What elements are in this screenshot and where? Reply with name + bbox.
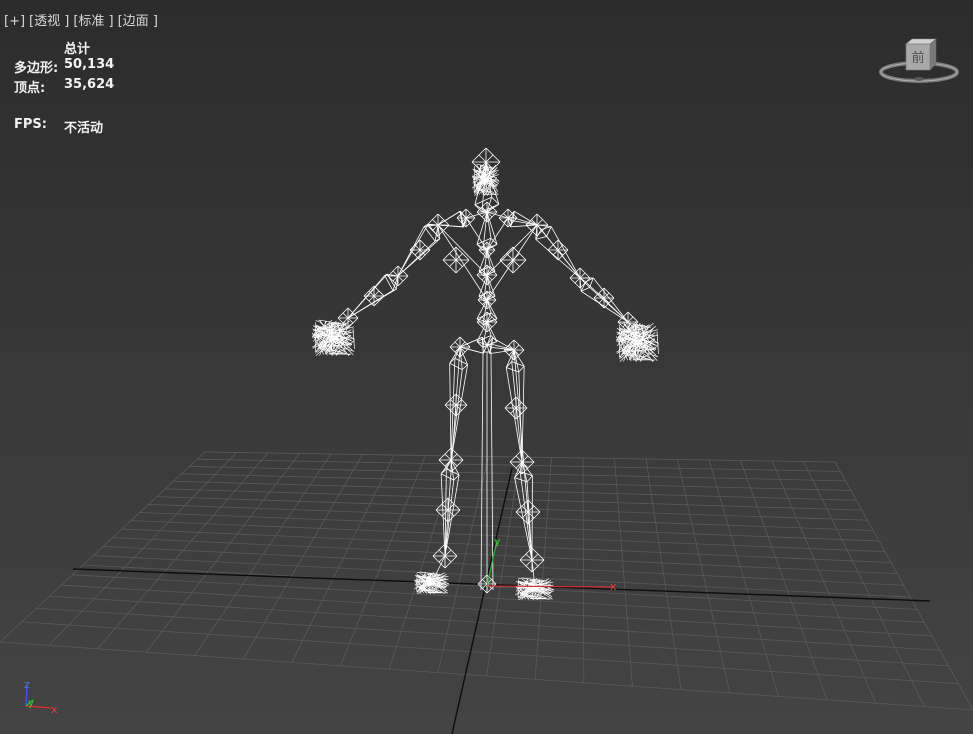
viewport-display-style-menu[interactable]: [边面 ]: [118, 14, 158, 29]
hand-left: [340, 325, 342, 327]
viewport-menu-button[interactable]: [+]: [4, 14, 25, 29]
viewport-projection-menu[interactable]: [透视 ]: [29, 14, 69, 29]
tripod-z-label: z: [24, 678, 30, 691]
bone-calf-left: [440, 473, 454, 481]
bone-forearm-left: [384, 275, 394, 291]
bone-upper-arm-left: [423, 226, 436, 242]
gizmo-x-label: x: [610, 580, 617, 593]
grid-line: [0, 451, 206, 643]
grid-line: [145, 453, 300, 653]
bone-hip-left: [481, 337, 484, 354]
grid-line: [582, 457, 585, 683]
grid-line: [771, 460, 877, 704]
biped-skeleton-wireframe[interactable]: [311, 147, 660, 601]
hand-right: [644, 327, 646, 330]
grid-line: [48, 452, 237, 646]
hand-right: [619, 322, 624, 324]
scene-canvas[interactable]: x y z y x: [0, 0, 973, 734]
viewport-shading-menu[interactable]: [标准 ]: [73, 14, 113, 29]
vertices-value: 35,624: [64, 77, 115, 92]
tripod-x-label: x: [51, 703, 58, 716]
vertices-label: 顶点:: [14, 81, 46, 96]
grid-line: [834, 461, 973, 711]
viewcube-front-label: 前: [911, 50, 924, 66]
bone-upper-arm-right: [546, 236, 581, 279]
grid-line: [708, 459, 779, 697]
bone-thigh-right: [518, 365, 525, 373]
fps-value: 不活动: [64, 121, 104, 136]
viewcube[interactable]: 前: [878, 38, 960, 88]
grid-line: [803, 461, 925, 707]
gizmo-y-label: y: [494, 535, 501, 548]
perspective-viewport[interactable]: x y z y x [+] [透视 ] [标准 ] [边面 ] 总计 多边形: 50,…: [0, 0, 973, 734]
bone-forearm-left: [347, 290, 394, 319]
bone-forearm-right: [580, 290, 629, 323]
stats-header: 总计: [64, 42, 91, 57]
grid-axis-line-x: [72, 568, 931, 602]
tripod-y-label: y: [28, 698, 34, 709]
grid-line: [96, 452, 269, 650]
axis-tripod: z y x: [24, 678, 58, 716]
polygons-value: 50,134: [64, 57, 115, 72]
bone-thigh-left: [449, 362, 463, 370]
bone-forearm-right: [592, 277, 629, 323]
bone-spine: [486, 299, 498, 319]
grid-line: [740, 460, 828, 700]
fps-label: FPS:: [14, 117, 47, 132]
bone-thigh-left: [449, 363, 452, 461]
bone-thigh-right: [505, 361, 513, 368]
bone-calf-right: [526, 475, 533, 483]
hand-left: [315, 320, 320, 322]
viewport-label-menu: [+] [透视 ] [标准 ] [边面 ]: [4, 10, 162, 29]
polygons-label: 多边形:: [14, 61, 59, 76]
bone-hip-right: [489, 349, 515, 355]
